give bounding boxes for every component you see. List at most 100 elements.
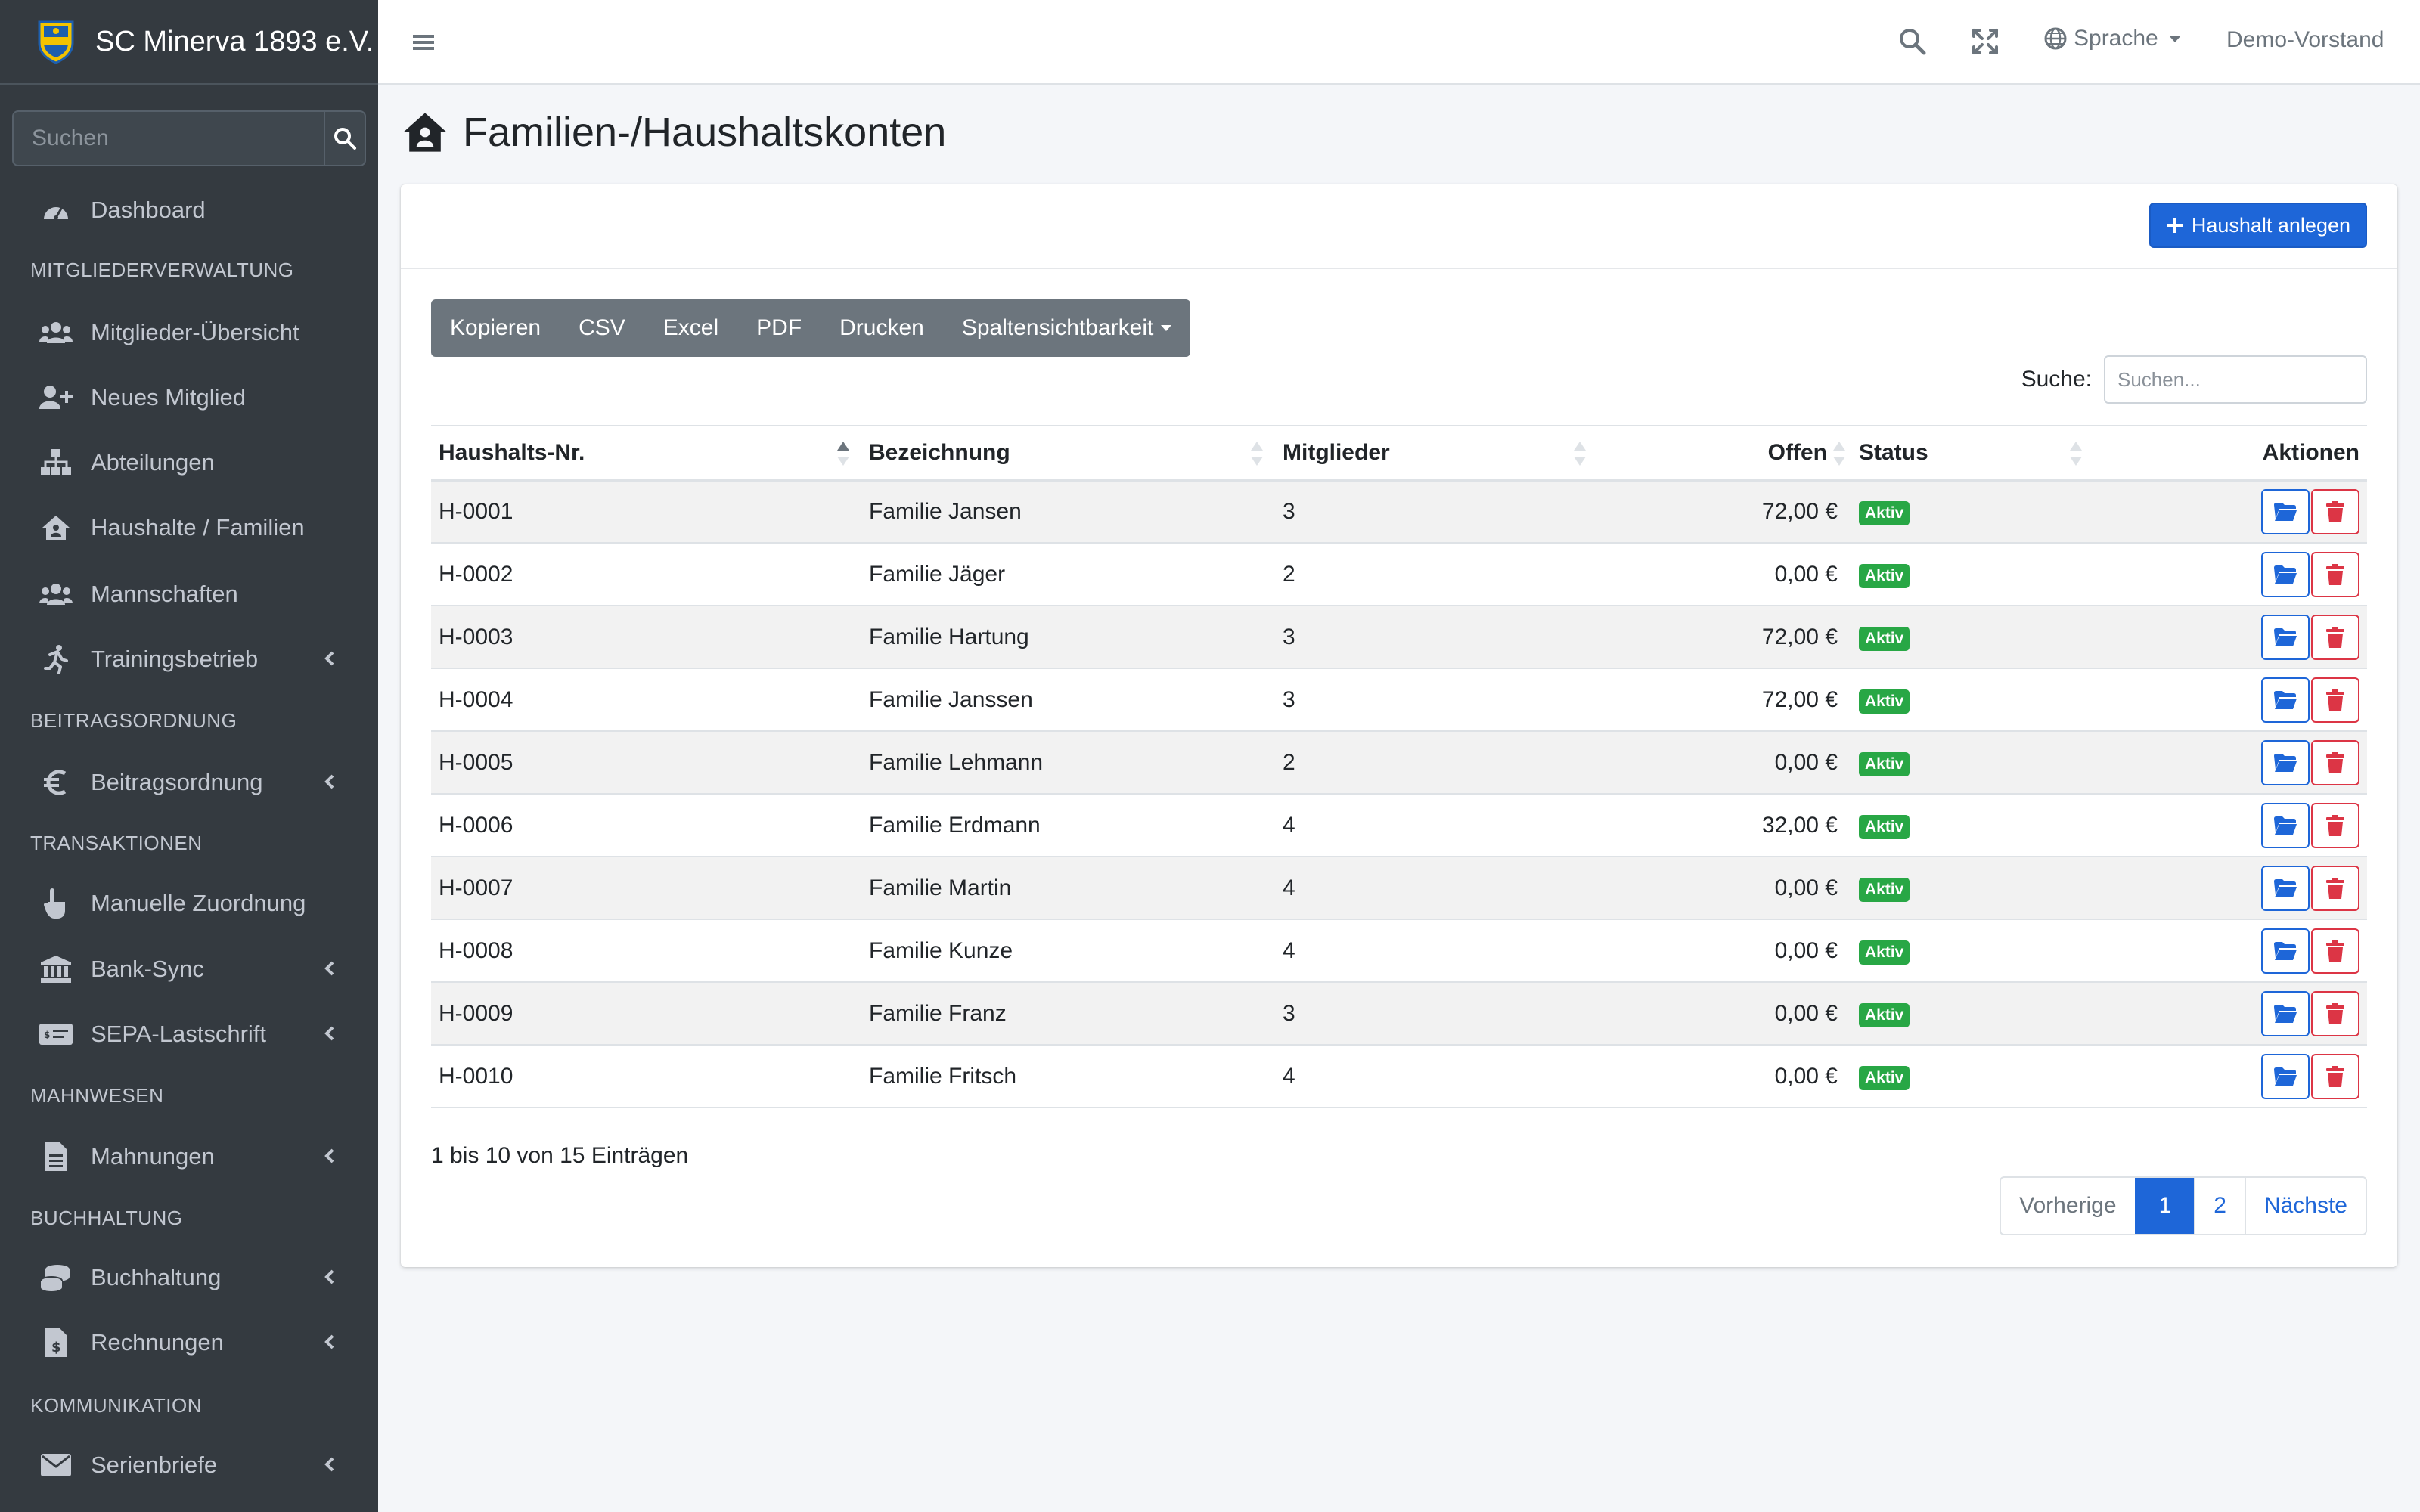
sidebar-item-serienbriefe[interactable]: Serienbriefe xyxy=(12,1437,366,1493)
cell-mitglieder: 4 xyxy=(1283,875,1295,900)
folder-open-icon xyxy=(2274,878,2297,898)
status-badge: Aktiv xyxy=(1859,1002,1910,1027)
open-household-button[interactable] xyxy=(2261,677,2310,723)
table-row[interactable]: H-0010 Familie Fritsch 4 0,00 € Aktiv xyxy=(431,1045,2367,1108)
sidebar-header-beitragsordnung: BEITRAGSORDNUNG xyxy=(30,709,237,732)
bank-icon xyxy=(39,953,73,986)
column-visibility-button[interactable]: Spaltensichtbarkeit xyxy=(943,299,1190,357)
sidebar-item-bank-sync[interactable]: Bank-Sync xyxy=(12,941,366,997)
delete-household-button[interactable] xyxy=(2311,990,2360,1036)
pagination-previous[interactable]: Vorherige xyxy=(2001,1178,2134,1234)
open-household-button[interactable] xyxy=(2261,990,2310,1036)
trash-icon xyxy=(2326,501,2344,522)
card-header: Haushalt anlegen xyxy=(401,184,2397,269)
cell-offen: 32,00 € xyxy=(1761,812,1838,838)
sidebar-item-trainingsbetrieb[interactable]: Trainingsbetrieb xyxy=(12,631,366,687)
delete-household-button[interactable] xyxy=(2311,614,2360,660)
sidebar-item-sepa[interactable]: $ SEPA-Lastschrift xyxy=(12,1006,366,1062)
table-row[interactable]: H-0002 Familie Jäger 2 0,00 € Aktiv xyxy=(431,543,2367,606)
table-search-input[interactable] xyxy=(2104,355,2367,404)
excel-label: Excel xyxy=(662,315,719,340)
table-row[interactable]: H-0004 Familie Janssen 3 72,00 € Aktiv xyxy=(431,668,2367,731)
pdf-button[interactable]: PDF xyxy=(737,299,821,357)
delete-household-button[interactable] xyxy=(2311,739,2360,785)
folder-open-icon xyxy=(2274,941,2297,961)
table-row[interactable]: H-0003 Familie Hartung 3 72,00 € Aktiv xyxy=(431,606,2367,668)
sidebar-item-manuelle-zuordnung[interactable]: Manuelle Zuordnung xyxy=(12,875,366,931)
sidebar-item-dashboard[interactable]: Dashboard xyxy=(12,182,366,238)
open-household-button[interactable] xyxy=(2261,614,2310,660)
open-household-button[interactable] xyxy=(2261,489,2310,534)
euro-icon xyxy=(39,766,73,799)
cell-status: Aktiv xyxy=(1851,857,2094,919)
delete-household-button[interactable] xyxy=(2311,551,2360,597)
sidebar-item-abteilungen[interactable]: Abteilungen xyxy=(12,435,366,491)
print-button[interactable]: Drucken xyxy=(821,299,943,357)
cell-offen: 0,00 € xyxy=(1774,875,1838,900)
cell-nr: H-0003 xyxy=(439,624,513,649)
sidebar-item-mahnungen[interactable]: Mahnungen xyxy=(12,1129,366,1185)
table-row[interactable]: H-0005 Familie Lehmann 2 0,00 € Aktiv xyxy=(431,731,2367,794)
column-header-label: Offen xyxy=(1767,439,1827,465)
open-household-button[interactable] xyxy=(2261,865,2310,911)
column-header-nr[interactable]: Haushalts-Nr. xyxy=(431,426,861,480)
column-header-label: Mitglieder xyxy=(1283,439,1390,465)
column-header-status[interactable]: Status xyxy=(1851,426,2094,480)
sidebar-item-mannschaften[interactable]: Mannschaften xyxy=(12,566,366,622)
user-menu[interactable]: Demo-Vorstand xyxy=(2226,27,2384,53)
delete-household-button[interactable] xyxy=(2311,489,2360,534)
column-header-label: Status xyxy=(1859,439,1928,465)
sidebar-item-label: Mitglieder-Übersicht xyxy=(91,319,299,345)
column-header-bezeichnung[interactable]: Bezeichnung xyxy=(861,426,1275,480)
delete-household-button[interactable] xyxy=(2311,928,2360,974)
status-badge: Aktiv xyxy=(1859,1065,1910,1090)
language-dropdown[interactable]: Sprache xyxy=(2043,26,2181,51)
sidebar-search-input[interactable] xyxy=(12,110,324,166)
table-row[interactable]: H-0001 Familie Jansen 3 72,00 € Aktiv xyxy=(431,480,2367,543)
cell-status: Aktiv xyxy=(1851,1045,2094,1108)
trash-icon xyxy=(2326,877,2344,899)
cell-bezeichnung: Familie Jansen xyxy=(869,499,1022,524)
sidebar-item-haushalte[interactable]: Haushalte / Familien xyxy=(12,500,366,556)
delete-household-button[interactable] xyxy=(2311,802,2360,848)
add-household-button[interactable]: Haushalt anlegen xyxy=(2149,203,2367,248)
sidebar-item-beitragsordnung[interactable]: Beitragsordnung xyxy=(12,754,366,810)
sidebar-item-neues-mitglied[interactable]: Neues Mitglied xyxy=(12,370,366,426)
open-household-button[interactable] xyxy=(2261,551,2310,597)
folder-open-icon xyxy=(2274,753,2297,773)
open-household-button[interactable] xyxy=(2261,739,2310,785)
sidebar-item-label: Bank-Sync xyxy=(91,956,204,982)
copy-button[interactable]: Kopieren xyxy=(431,299,560,357)
menu-toggle-icon[interactable] xyxy=(411,27,436,57)
sidebar-item-mitglieder[interactable]: Mitglieder-Übersicht xyxy=(12,305,366,361)
caret-down-icon xyxy=(2168,35,2181,42)
cell-mitglieder: 3 xyxy=(1283,1000,1295,1026)
delete-household-button[interactable] xyxy=(2311,1053,2360,1099)
open-household-button[interactable] xyxy=(2261,1053,2310,1099)
sidebar-search-button[interactable] xyxy=(324,110,366,166)
navbar-search-icon[interactable] xyxy=(1898,27,1927,56)
fullscreen-icon[interactable] xyxy=(1971,27,2000,56)
column-header-mitglieder[interactable]: Mitglieder xyxy=(1275,426,1598,480)
csv-button[interactable]: CSV xyxy=(560,299,644,357)
table-row[interactable]: H-0007 Familie Martin 4 0,00 € Aktiv xyxy=(431,857,2367,919)
table-row[interactable]: H-0009 Familie Franz 3 0,00 € Aktiv xyxy=(431,982,2367,1045)
excel-button[interactable]: Excel xyxy=(644,299,737,357)
table-row[interactable]: H-0006 Familie Erdmann 4 32,00 € Aktiv xyxy=(431,794,2367,857)
delete-household-button[interactable] xyxy=(2311,865,2360,911)
pagination-page-1[interactable]: 1 xyxy=(2134,1178,2195,1234)
table-row[interactable]: H-0008 Familie Kunze 4 0,00 € Aktiv xyxy=(431,919,2367,982)
status-badge: Aktiv xyxy=(1859,814,1910,839)
open-household-button[interactable] xyxy=(2261,928,2310,974)
open-household-button[interactable] xyxy=(2261,802,2310,848)
sidebar-item-buchhaltung[interactable]: Buchhaltung xyxy=(12,1250,366,1306)
brand[interactable]: SC Minerva 1893 e.V. xyxy=(0,0,378,85)
column-header-offen[interactable]: Offen xyxy=(1598,426,1851,480)
delete-household-button[interactable] xyxy=(2311,677,2360,723)
cell-actions xyxy=(2094,606,2367,668)
add-household-label: Haushalt anlegen xyxy=(2191,213,2350,237)
sidebar-item-rechnungen[interactable]: $ Rechnungen xyxy=(12,1315,366,1371)
pagination-next[interactable]: Nächste xyxy=(2244,1178,2366,1234)
column-header-label: Haushalts-Nr. xyxy=(439,439,585,465)
pagination-page-2[interactable]: 2 xyxy=(2194,1178,2245,1234)
